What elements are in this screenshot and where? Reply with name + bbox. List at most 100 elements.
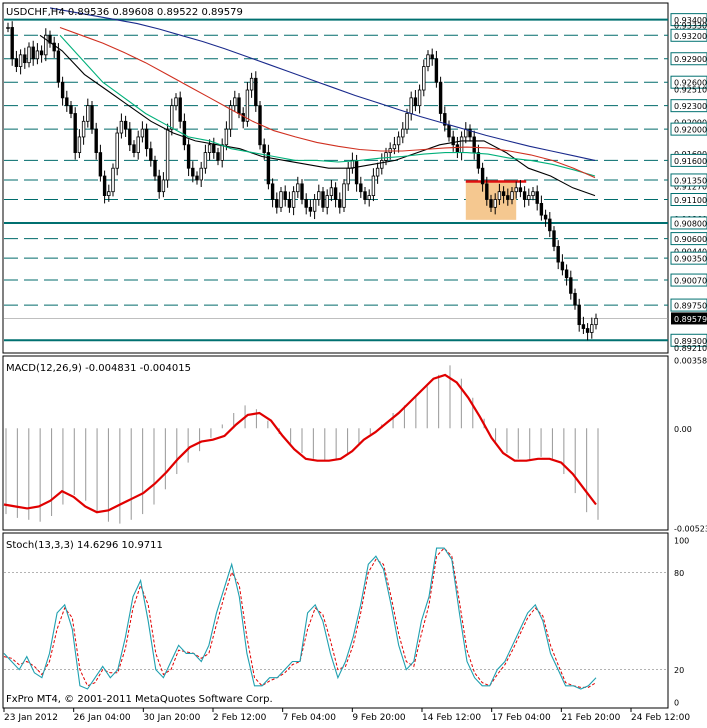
candle-body [94,128,98,153]
candle-body [590,324,594,333]
candle-body [254,77,258,107]
candle-body [81,120,86,138]
candle-body [262,144,266,153]
candle-body [422,66,426,91]
candle-body [73,113,77,153]
candle-body [69,105,73,114]
candle-body [480,167,485,185]
candle-body [451,136,455,146]
time-axis-label: 9 Feb 20:00 [352,713,406,723]
candle-body [123,120,128,130]
time-axis-label: 21 Feb 20:00 [561,713,620,723]
candle-body [384,152,388,161]
price-axis-label: 0.92300 [674,102,707,111]
stoch-axis-label: 100 [674,537,689,546]
candle-body [10,27,14,60]
candle-body [207,144,212,153]
candle-body [359,183,363,193]
candle-body [333,187,338,200]
candle-body [174,97,178,107]
candle-body [522,191,527,200]
candle-body [149,148,153,161]
candle-body [564,269,569,279]
price-axis-label: 0.90600 [674,235,707,244]
candle-body [497,191,502,200]
price-axis-label: 0.92000 [674,126,707,135]
chart-canvas[interactable]: 0.934000.933300.932000.929000.926000.925… [0,0,707,724]
candle-body [434,58,439,83]
candle-body [354,160,359,185]
candle-body [170,105,174,130]
candle-body [325,195,329,208]
candle-body [577,304,581,326]
candle-body [296,183,300,193]
candle-body [405,113,409,130]
candle-body [346,167,350,185]
candle-body [115,132,119,169]
candle-body [18,54,23,67]
candle-body [594,317,598,326]
candle-body [31,46,35,60]
price-axis-label: 0.91350 [674,176,707,185]
time-axis-label: 14 Feb 12:00 [422,713,481,723]
candle-body [543,214,548,220]
candle-body [585,328,590,333]
candle-body [552,230,556,247]
candle-body [317,191,321,200]
candle-body [237,97,241,114]
candle-body [6,27,10,29]
candle-body [569,277,573,294]
candle [90,100,94,134]
candle [73,107,77,160]
candle-body [153,160,157,177]
candle-body [539,203,544,216]
candle-body [60,81,65,99]
price-axis-label: 0.90350 [674,255,707,264]
candle-body [98,152,103,177]
price-axis-label: 0.93200 [674,32,707,41]
macd-header: MACD(12,26,9) -0.004831 -0.004015 [6,363,191,374]
candle-body [203,152,208,169]
candle-body [375,167,380,177]
macd-axis-label: 0.00 [674,425,692,434]
candle-body [338,199,342,208]
candle [165,123,170,188]
candle-body [144,128,149,150]
price-axis-label: 0.92510 [674,86,707,95]
candle-body [233,97,237,107]
candle-body [527,195,531,200]
candle-body [426,54,430,67]
candle-body [459,136,464,153]
candle [10,21,14,66]
candle-body [380,160,384,169]
candle-body [107,191,111,196]
candle-body [535,191,539,204]
candle-body [279,191,283,208]
candle-body [556,246,560,263]
candle-body [186,144,191,169]
candle-body [182,120,187,146]
time-axis-label: 17 Feb 04:00 [492,713,551,723]
candle-body [455,144,460,153]
candle-body [216,152,220,161]
candle-body [476,152,481,169]
candle-body [413,97,418,107]
candle-body [270,183,275,200]
candle-body [350,160,355,169]
time-axis-label: 23 Jan 2012 [4,713,58,723]
candle-body [90,105,94,130]
candle-body [212,144,216,153]
candle-body [493,199,497,208]
price-header: USDCHF,H4 0.89536 0.89608 0.89522 0.8957… [6,7,243,18]
time-axis-label: 24 Feb 12:00 [631,713,690,723]
candle-body [86,105,90,122]
candle-body [241,113,245,122]
candle-body [39,50,44,56]
candle-body [560,261,565,271]
candle-body [119,120,124,134]
price-axis-label: 0.89579 [674,315,707,324]
price-axis-label: 0.89750 [674,302,707,311]
macd-axis-label: -0.00523 [674,525,707,534]
stoch-axis-label: 0 [674,699,679,708]
candle-body [401,128,405,138]
